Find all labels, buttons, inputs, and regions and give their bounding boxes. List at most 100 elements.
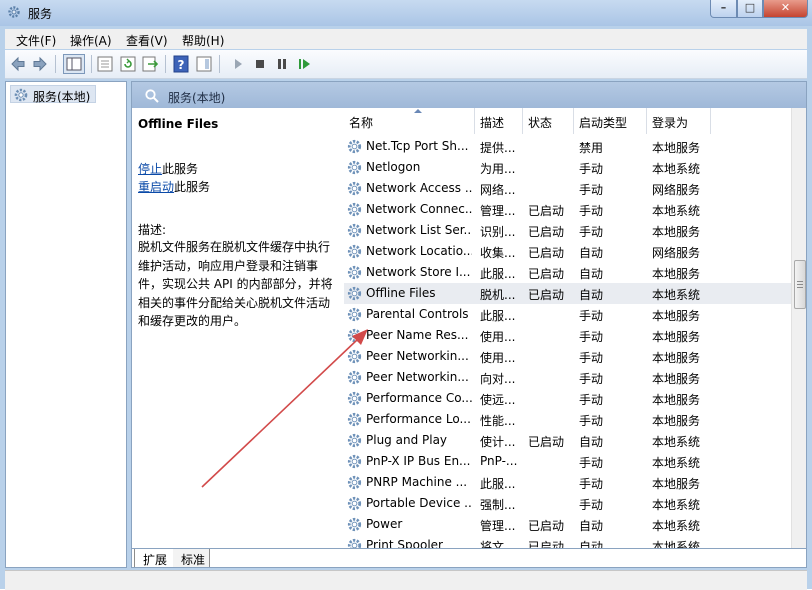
service-startup-type: 禁用 [579,141,604,155]
menu-file[interactable]: 文件(F) [16,32,56,49]
column-header-name[interactable]: 名称 [344,108,475,134]
tree-item-services-local[interactable]: 服务(本地) [10,85,96,104]
service-row[interactable]: Offline Files 脱机... 已启动 自动 本地系统 [344,283,806,304]
service-status: 已启动 [528,288,565,302]
service-row[interactable]: Parental Controls 此服... 手动 本地服务 [344,304,806,325]
service-description: 使用... [480,351,516,365]
help-icon[interactable]: ? [172,55,190,73]
service-row[interactable]: Performance Co... 使远... 手动 本地服务 [344,388,806,409]
menu-action[interactable]: 操作(A) [70,32,112,49]
window-title: 服务 [28,7,53,21]
stop-service-link[interactable]: 停止 [138,162,162,176]
service-description: 收集... [480,246,516,260]
column-header-description-label: 描述 [480,116,505,130]
stop-service-line: 停止此服务 [138,160,198,177]
service-row[interactable]: Network Access ... 网络... 手动 网络服务 [344,178,806,199]
service-row[interactable]: Plug and Play 使计... 已启动 自动 本地系统 [344,430,806,451]
maximize-button[interactable]: □ [737,0,763,18]
service-gear-icon [347,139,362,154]
minimize-icon: – [720,1,727,14]
service-name: Network Store I... [366,265,471,279]
service-gear-icon [347,391,362,406]
service-gear-icon [347,244,362,259]
service-name: PnP-X IP Bus En... [366,454,471,468]
start-service-icon[interactable] [229,55,247,73]
service-row[interactable]: Portable Device ... 强制... 手动 本地系统 [344,493,806,514]
service-name: Power [366,517,403,531]
column-header-startup-type-label: 启动类型 [579,116,628,130]
show-hide-action-pane-icon[interactable] [195,55,213,73]
refresh-icon[interactable] [119,55,137,73]
service-description: 将文... [480,540,516,548]
service-description: 为用... [480,162,516,176]
menu-view[interactable]: 查看(V) [126,32,168,49]
service-log-on-as: 本地服务 [652,225,701,239]
service-startup-type: 手动 [579,351,604,365]
service-row[interactable]: Power 管理... 已启动 自动 本地系统 [344,514,806,535]
restart-service-line: 重启动此服务 [138,178,210,195]
service-status: 已启动 [528,519,565,533]
export-list-icon[interactable] [141,55,159,73]
service-row[interactable]: Print Spooler 将文... 已启动 自动 本地系统 [344,535,806,548]
service-gear-icon [347,181,362,196]
column-header-description[interactable]: 描述 [475,108,523,134]
service-row[interactable]: Net.Tcp Port Sh... 提供... 禁用 本地服务 [344,136,806,157]
service-row[interactable]: Peer Name Res... 使用... 手动 本地服务 [344,325,806,346]
service-startup-type: 手动 [579,183,604,197]
service-row[interactable]: Network Locatio... 收集... 已启动 自动 网络服务 [344,241,806,262]
service-startup-type: 自动 [579,246,604,260]
service-startup-type: 手动 [579,456,604,470]
back-icon[interactable] [9,55,27,73]
stop-service-icon[interactable] [251,55,269,73]
properties-icon[interactable] [96,55,114,73]
service-row[interactable]: Network Connec... 管理... 已启动 手动 本地系统 [344,199,806,220]
service-startup-type: 自动 [579,540,604,548]
service-row[interactable]: Peer Networkin... 使用... 手动 本地服务 [344,346,806,367]
service-name: Plug and Play [366,433,448,447]
close-button[interactable]: ✕ [763,0,808,18]
show-hide-console-tree-icon[interactable] [63,54,85,74]
pause-service-icon[interactable] [273,55,291,73]
minimize-button[interactable]: – [710,0,737,18]
restart-service-link[interactable]: 重启动 [138,180,174,194]
service-name: Performance Lo... [366,412,471,426]
service-status: 已启动 [528,204,565,218]
forward-icon[interactable] [31,55,49,73]
column-header-status[interactable]: 状态 [523,108,574,134]
service-row[interactable]: Network Store I... 此服... 已启动 自动 本地服务 [344,262,806,283]
service-name: Parental Controls [366,307,469,321]
service-startup-type: 手动 [579,225,604,239]
service-startup-type: 手动 [579,498,604,512]
service-name: Network Locatio... [366,244,472,258]
service-description: 使用... [480,330,516,344]
service-startup-type: 手动 [579,204,604,218]
service-description: 网络... [480,183,516,197]
restart-service-icon[interactable] [295,55,313,73]
service-row[interactable]: Performance Lo... 性能... 手动 本地服务 [344,409,806,430]
service-row[interactable]: PnP-X IP Bus En... PnP-... 手动 本地系统 [344,451,806,472]
title-bar[interactable]: 服务 – □ ✕ [0,0,812,26]
service-log-on-as: 本地服务 [652,141,701,155]
column-header-log-on-as[interactable]: 登录为 [647,108,711,134]
service-row[interactable]: Network List Ser... 识别... 已启动 手动 本地服务 [344,220,806,241]
services-gear-icon [14,88,28,102]
service-row[interactable]: Peer Networkin... 向对... 手动 本地服务 [344,367,806,388]
vertical-scrollbar[interactable] [791,108,806,548]
service-row[interactable]: Netlogon 为用... 手动 本地系统 [344,157,806,178]
column-header-startup-type[interactable]: 启动类型 [574,108,647,134]
service-gear-icon [347,307,362,322]
service-row[interactable]: PNRP Machine ... 此服... 手动 本地服务 [344,472,806,493]
service-gear-icon [347,349,362,364]
service-startup-type: 手动 [579,372,604,386]
menu-help[interactable]: 帮助(H) [182,32,224,49]
pane-header-label: 服务(本地) [168,91,226,105]
service-log-on-as: 本地系统 [652,204,701,218]
tab-standard[interactable]: 标准 [173,549,210,567]
scrollbar-thumb[interactable] [794,260,806,309]
tab-standard-label: 标准 [181,553,206,567]
service-startup-type: 自动 [579,519,604,533]
service-name: PNRP Machine ... [366,475,468,489]
service-startup-type: 手动 [579,162,604,176]
tab-extended[interactable]: 扩展 [134,549,174,567]
service-startup-type: 手动 [579,309,604,323]
